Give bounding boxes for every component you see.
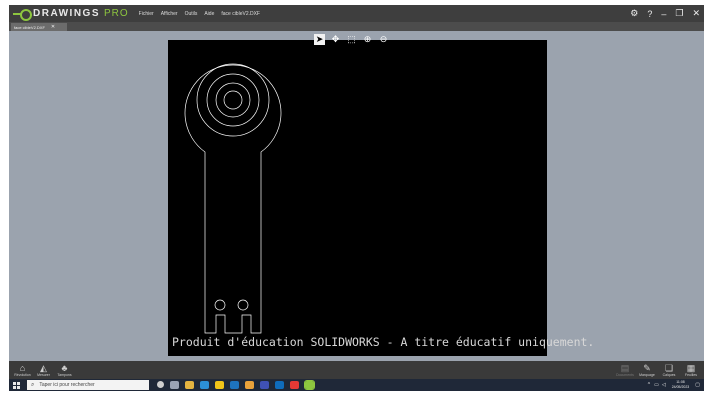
revolution-button[interactable]: ⌂ Révolution — [12, 363, 33, 377]
home-icon: ⌂ — [19, 363, 26, 373]
menu-outils[interactable]: Outils — [185, 11, 198, 17]
app-window: DRAWINGS PRO Fichier Afficher Outils Aid… — [9, 5, 704, 391]
edge-icon[interactable] — [200, 381, 209, 389]
notification-icon[interactable]: ▢ — [695, 382, 700, 388]
logo-edition: PRO — [104, 8, 129, 19]
zoom-out-icon[interactable]: ⊖ — [378, 34, 389, 45]
menu-aide[interactable]: Aide — [204, 11, 214, 17]
settings-icon[interactable]: ⚙ — [630, 8, 638, 19]
search-placeholder: Taper ici pour rechercher — [39, 382, 95, 388]
drawing-canvas[interactable] — [168, 40, 547, 356]
taskbar-apps — [157, 380, 320, 390]
windows-start-icon[interactable] — [13, 382, 20, 389]
measure-button[interactable]: ◭ Mesurer — [33, 363, 54, 377]
sheet-icon: ▤ — [620, 363, 630, 373]
maximize-button[interactable]: ❐ — [675, 8, 683, 19]
network-icon[interactable]: ▭ — [654, 382, 659, 388]
sheets-icon: ▦ — [686, 363, 696, 373]
system-tray: ^ ▭ ◁ 11:08 24/05/2023 ▢ — [648, 380, 700, 390]
window-controls: ⚙ ? – ❐ ✕ — [621, 5, 700, 22]
select-icon[interactable]: ➤ — [314, 34, 325, 45]
folder-icon[interactable] — [215, 381, 224, 389]
close-tab-icon[interactable]: ✕ — [51, 24, 55, 30]
volume-icon[interactable]: ◁ — [662, 382, 666, 388]
layers-icon: ❏ — [664, 363, 674, 373]
document-tab[interactable]: face cibleV2.DXF ✕ — [11, 23, 67, 31]
stamps-button[interactable]: ♣ Tampons — [54, 363, 75, 377]
zoom-in-icon[interactable]: ⊕ — [362, 34, 373, 45]
menu-bar: Fichier Afficher Outils Aide face cibleV… — [139, 11, 267, 17]
menu-afficher[interactable]: Afficher — [161, 11, 178, 17]
stamp-icon: ♣ — [61, 363, 68, 373]
target-ring-1 — [196, 63, 270, 137]
taskbar-search-input[interactable]: ⌕ Taper ici pour rechercher — [27, 380, 149, 390]
target-ring-2 — [206, 73, 260, 127]
target-ring-4 — [223, 90, 243, 110]
taskbar-clock[interactable]: 11:08 24/05/2023 — [672, 380, 690, 390]
store-icon[interactable] — [230, 381, 239, 389]
document-tab-label: face cibleV2.DXF — [14, 24, 45, 30]
education-watermark: Produit d'éducation SOLIDWORKS - A titre… — [172, 335, 595, 349]
app-logo: DRAWINGS PRO — [13, 8, 129, 21]
title-bar: DRAWINGS PRO Fichier Afficher Outils Aid… — [9, 5, 704, 22]
bottom-toolbar: ⌂ Révolution ◭ Mesurer ♣ Tampons ▤ Docum… — [9, 361, 704, 379]
close-button[interactable]: ✕ — [692, 8, 700, 19]
menu-file-name[interactable]: face cibleV2.DXF — [221, 11, 260, 17]
cortana-icon[interactable] — [157, 381, 164, 388]
pan-icon[interactable]: ✥ — [330, 34, 341, 45]
app-icon-1[interactable] — [260, 381, 269, 389]
edrawings-icon[interactable] — [304, 380, 315, 390]
sheets-button[interactable]: ▦ Feuilles — [680, 363, 702, 377]
dxf-drawing — [184, 63, 282, 334]
target-outline — [184, 64, 282, 334]
help-icon[interactable]: ? — [647, 9, 652, 19]
chrome-icon[interactable] — [245, 381, 254, 389]
layers-button[interactable]: ❏ Calques — [658, 363, 680, 377]
mount-hole-left — [214, 299, 226, 311]
markup-button[interactable]: ✎ Marquage — [636, 363, 658, 377]
minimize-button[interactable]: – — [661, 9, 666, 19]
menu-fichier[interactable]: Fichier — [139, 11, 154, 17]
zoom-window-icon[interactable]: ⬚ — [346, 34, 357, 45]
viewer-toolbar: ➤ ✥ ⬚ ⊕ ⊖ — [314, 34, 394, 45]
logo-mark-icon — [13, 8, 33, 21]
search-icon: ⌕ — [31, 381, 35, 388]
chevron-up-icon[interactable]: ^ — [648, 382, 650, 388]
clock-date: 24/05/2023 — [671, 385, 690, 389]
app-icon-2[interactable] — [275, 381, 284, 389]
measure-icon: ◭ — [40, 363, 47, 373]
pencil-icon: ✎ — [643, 363, 651, 373]
file-explorer-icon[interactable] — [185, 381, 194, 389]
documents-button[interactable]: ▤ Documents — [614, 363, 636, 377]
windows-taskbar: ⌕ Taper ici pour rechercher ^ ▭ ◁ 11:08 … — [9, 379, 704, 391]
document-tab-bar: face cibleV2.DXF ✕ — [9, 22, 704, 31]
solidworks-icon[interactable] — [290, 381, 299, 389]
target-ring-3 — [215, 82, 251, 118]
logo-word: DRAWINGS — [33, 8, 100, 19]
task-view-icon[interactable] — [170, 381, 179, 389]
mount-hole-right — [237, 299, 249, 311]
